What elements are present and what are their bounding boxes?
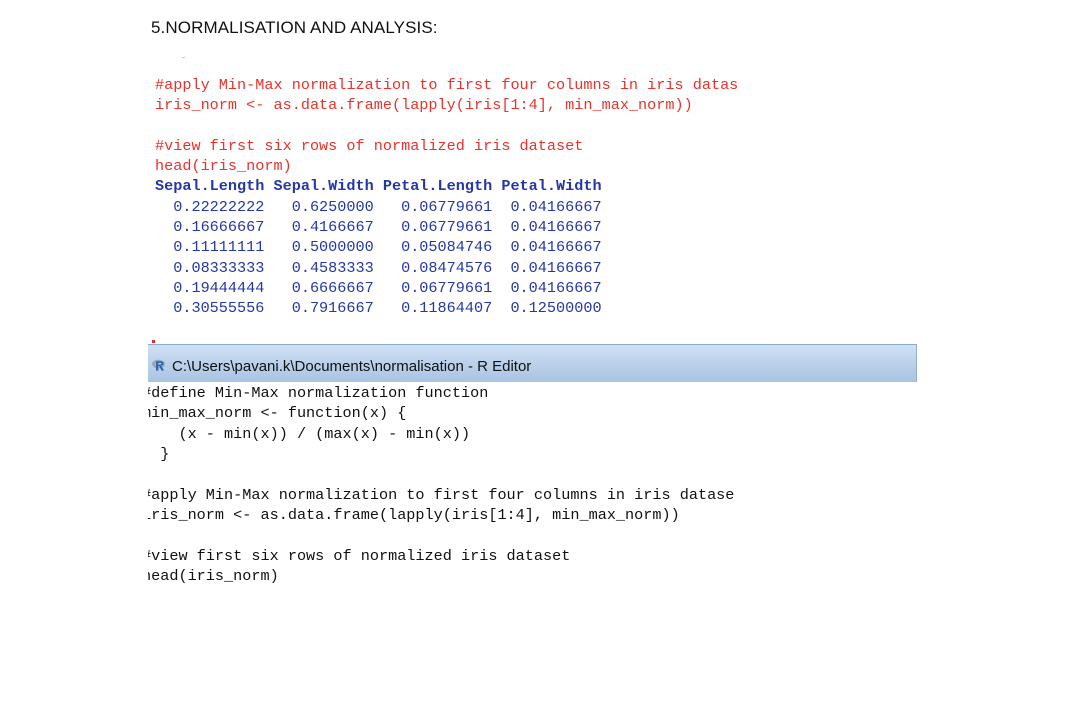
output-table-header: Sepal.Length Sepal.Width Petal.Length Pe… bbox=[155, 177, 602, 195]
stray-mark bbox=[182, 57, 185, 58]
page-heading: 5.NORMALISATION AND ANALYSIS: bbox=[151, 18, 438, 37]
console-command-apply: iris_norm <- as.data.frame(lapply(iris[1… bbox=[155, 96, 693, 114]
console-command-head: head(iris_norm) bbox=[155, 157, 292, 175]
r-editor-window: C:\Users\pavani.k\Documents\normalisatio… bbox=[148, 344, 918, 594]
editor-code-line[interactable]: #view first six rows of normalized iris … bbox=[148, 546, 570, 566]
console-command-view-comment: #view first six rows of normalized iris … bbox=[155, 137, 584, 155]
editor-code-line[interactable]: } bbox=[148, 444, 169, 464]
output-table-row: 0.08333333 0.4583333 0.08474576 0.041666… bbox=[155, 259, 602, 277]
output-table-row: 0.22222222 0.6250000 0.06779661 0.041666… bbox=[155, 198, 602, 216]
editor-titlebar[interactable]: C:\Users\pavani.k\Documents\normalisatio… bbox=[148, 344, 917, 382]
r-console-screenshot: #apply Min-Max normalization to first fo… bbox=[148, 70, 918, 342]
output-table-row: 0.11111111 0.5000000 0.05084746 0.041666… bbox=[155, 238, 602, 256]
output-table-row: 0.30555556 0.7916667 0.11864407 0.125000… bbox=[155, 299, 602, 317]
editor-code-line[interactable]: #define Min-Max normalization function bbox=[148, 383, 488, 403]
output-table-row: 0.16666667 0.4166667 0.06779661 0.041666… bbox=[155, 218, 602, 236]
editor-code-line[interactable]: iris_norm <- as.data.frame(lapply(iris[1… bbox=[148, 505, 680, 525]
editor-code-line[interactable]: (x - min(x)) / (max(x) - min(x)) bbox=[148, 424, 470, 444]
editor-code-line[interactable]: min_max_norm <- function(x) { bbox=[148, 403, 406, 423]
output-table-row: 0.19444444 0.6666667 0.06779661 0.041666… bbox=[155, 279, 602, 297]
editor-title: C:\Users\pavani.k\Documents\normalisatio… bbox=[172, 358, 532, 375]
editor-code-line[interactable]: head(iris_norm) bbox=[148, 566, 279, 586]
editor-code-line[interactable]: #apply Min-Max normalization to first fo… bbox=[148, 485, 734, 505]
console-command-apply-comment: #apply Min-Max normalization to first fo… bbox=[155, 76, 739, 94]
r-logo-icon bbox=[152, 359, 165, 371]
console-cursor-mark bbox=[152, 340, 155, 343]
